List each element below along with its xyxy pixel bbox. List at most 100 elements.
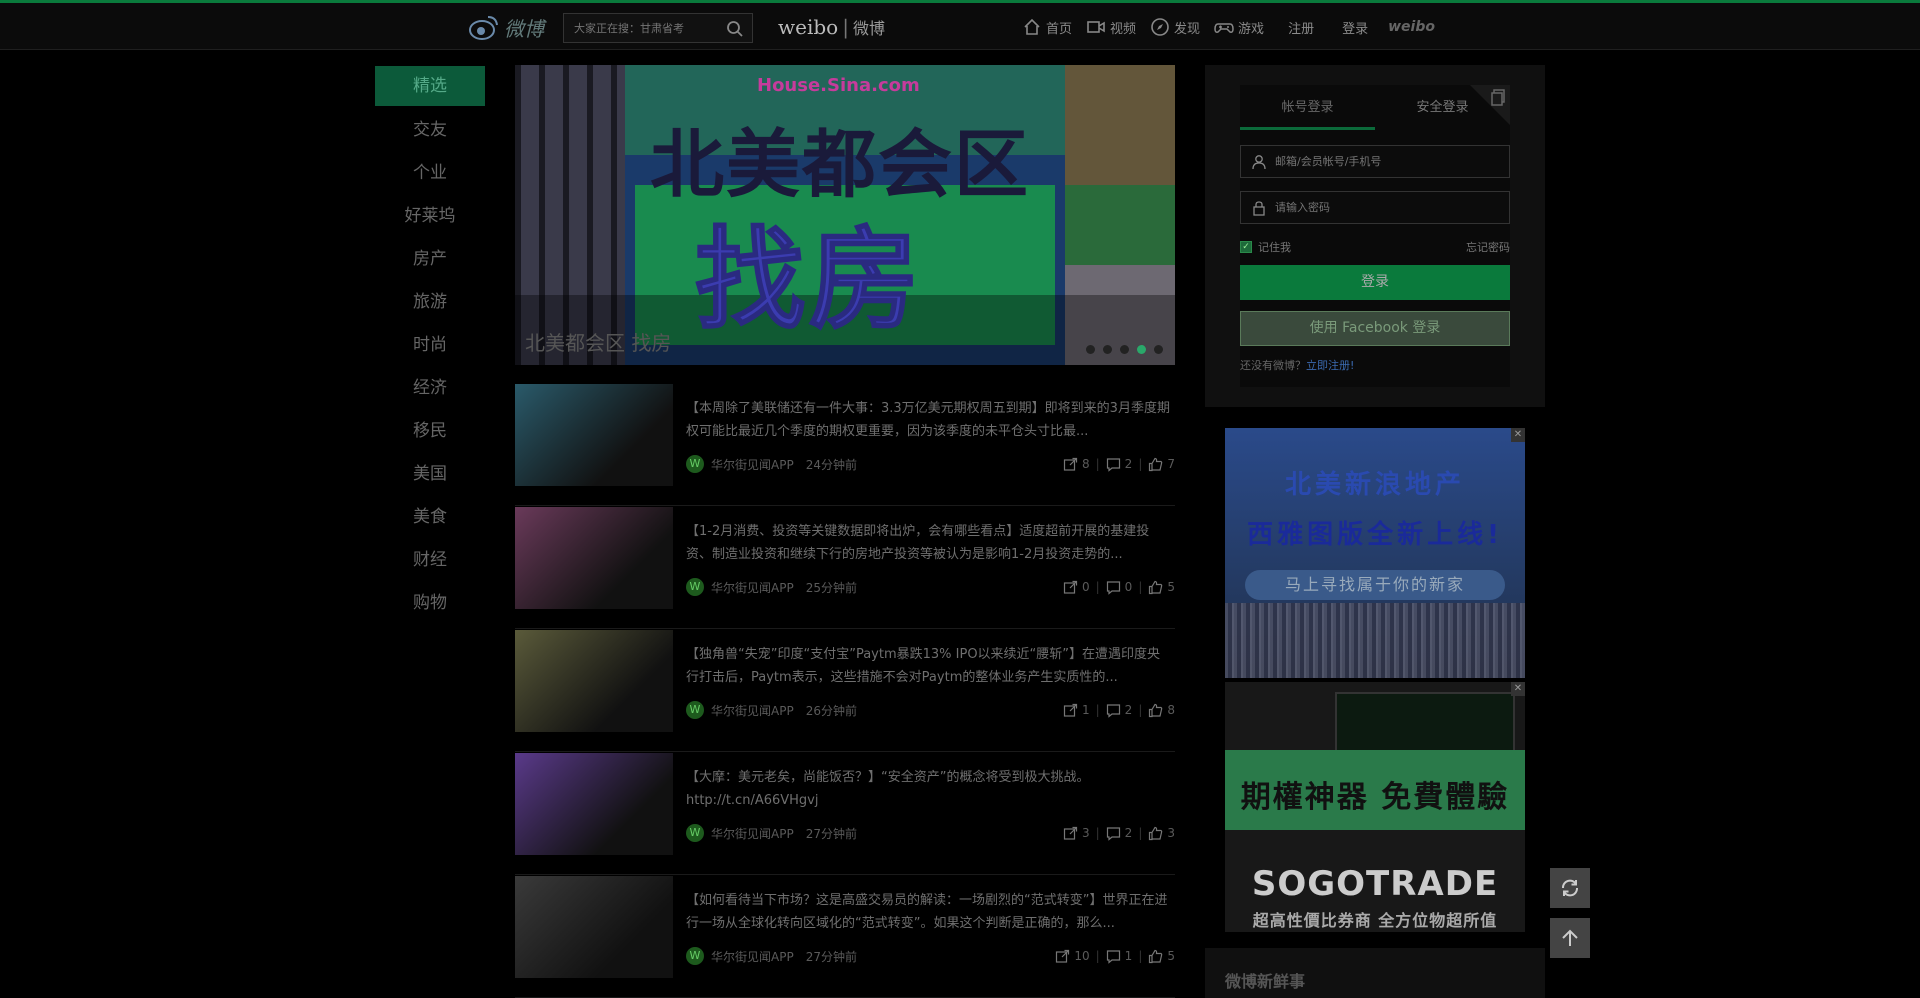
stat-divider: | [1095, 826, 1100, 840]
leftnav-item[interactable]: 精选 [375, 66, 485, 106]
leftnav-item[interactable]: 移民 [375, 410, 485, 453]
feed-source[interactable]: 华尔街见闻APP [711, 825, 794, 842]
login-tabs: 帐号登录 安全登录 [1240, 85, 1510, 130]
feed-source[interactable]: 华尔街见闻APP [711, 456, 794, 473]
feed-thumbnail[interactable] [515, 876, 673, 978]
feed-source[interactable]: 华尔街见闻APP [711, 702, 794, 719]
feed-meta: W 华尔街见闻APP 26分钟前 1 | 2 | 8 [686, 700, 1175, 720]
leftnav-item[interactable]: 美国 [375, 453, 485, 496]
gamepad-icon [1214, 23, 1234, 33]
like-button[interactable]: 3 [1148, 826, 1175, 841]
share-button[interactable]: 1 [1063, 703, 1090, 718]
like-button[interactable]: 5 [1148, 580, 1175, 595]
feed-source[interactable]: 华尔街见闻APP [711, 579, 794, 596]
banner-dot[interactable] [1120, 345, 1129, 354]
banner-dot[interactable] [1154, 345, 1163, 354]
feed-thumbnail[interactable] [515, 384, 673, 486]
feed-text[interactable]: 【独角兽“失宠”印度“支付宝”Paytm暴跌13% IPO以来续近“腰斩”】在遭… [686, 643, 1171, 689]
banner-dot[interactable] [1103, 345, 1112, 354]
comment-button[interactable]: 1 [1106, 949, 1132, 964]
fresh-title: 微博新鲜事 [1225, 972, 1306, 991]
nav-video-label: 视频 [1110, 21, 1137, 37]
banner-dot[interactable] [1086, 345, 1095, 354]
leftnav-item[interactable]: 购物 [375, 582, 485, 625]
facebook-login-button[interactable]: 使用 Facebook 登录 [1240, 311, 1510, 346]
banner-dot[interactable] [1137, 345, 1146, 354]
leftnav-item[interactable]: 房产 [375, 238, 485, 281]
tab-secure-login[interactable]: 安全登录 [1375, 85, 1510, 130]
leftnav-item[interactable]: 个业 [375, 152, 485, 195]
leftnav-item[interactable]: 交友 [375, 109, 485, 152]
comment-button[interactable]: 0 [1106, 580, 1132, 595]
share-button[interactable]: 8 [1063, 457, 1090, 472]
source-avatar-icon[interactable]: W [686, 947, 704, 965]
nav-video[interactable]: 视频 [1086, 17, 1136, 37]
feed-meta: W 华尔街见闻APP 27分钟前 10 | 1 | 5 [686, 946, 1175, 966]
ad2-band-text: 期權神器 免費體驗 [1240, 780, 1510, 815]
tab-account-login[interactable]: 帐号登录 [1240, 85, 1375, 130]
refresh-button[interactable] [1550, 868, 1590, 908]
feed-item[interactable]: 【独角兽“失宠”印度“支付宝”Paytm暴跌13% IPO以来续近“腰斩”】在遭… [515, 630, 1175, 752]
stat-divider: | [1095, 949, 1100, 963]
leftnav-item[interactable]: 财经 [375, 539, 485, 582]
like-button[interactable]: 5 [1148, 949, 1175, 964]
leftnav-item[interactable]: 美食 [375, 496, 485, 539]
back-to-top-button[interactable] [1550, 918, 1590, 958]
comment-button[interactable]: 2 [1106, 457, 1132, 472]
signup-link[interactable]: 立即注册! [1306, 359, 1354, 372]
feed-item[interactable]: 【如何看待当下市场？这是高盛交易员的解读：一场剧烈的“范式转变”】世界正在进行一… [515, 876, 1175, 998]
feed-item[interactable]: 【1-2月消费、投资等关键数据即将出炉，会有哪些看点】适度超前开展的基建投资、制… [515, 507, 1175, 629]
feed-thumbnail[interactable] [515, 507, 673, 609]
leftnav-item[interactable]: 旅游 [375, 281, 485, 324]
feed-thumbnail[interactable] [515, 753, 673, 855]
nav-discover[interactable]: 发现 [1150, 17, 1200, 37]
password-input[interactable] [1275, 201, 1495, 214]
login-link[interactable]: 登录 [1342, 18, 1368, 37]
feed-text[interactable]: 【1-2月消费、投资等关键数据即将出炉，会有哪些看点】适度超前开展的基建投资、制… [686, 520, 1171, 566]
share-button[interactable]: 3 [1063, 826, 1090, 841]
comment-button[interactable]: 2 [1106, 703, 1132, 718]
nav-games[interactable]: 游戏 [1214, 17, 1264, 37]
ad1-close-icon[interactable]: ✕ [1511, 428, 1525, 442]
source-avatar-icon[interactable]: W [686, 824, 704, 842]
logo-text: 微博 [504, 16, 544, 41]
share-button[interactable]: 0 [1063, 580, 1090, 595]
ad-real-estate[interactable]: 北美新浪地产 西雅图版全新上线! 马上寻找属于你的新家 ✕ [1225, 428, 1525, 678]
comment-button[interactable]: 2 [1106, 826, 1132, 841]
share-button[interactable]: 10 [1055, 949, 1090, 964]
username-field [1240, 145, 1510, 178]
search-input[interactable] [574, 21, 724, 35]
feed-item[interactable]: 【大摩：美元老矣，尚能饭否？】“安全资产”的概念将受到极大挑战。http://t… [515, 753, 1175, 875]
remember-label: 记住我 [1258, 241, 1291, 254]
source-avatar-icon[interactable]: W [686, 455, 704, 473]
register-link[interactable]: 注册 [1288, 18, 1314, 37]
stat-divider: | [1095, 457, 1100, 471]
ad-sogotrade[interactable]: 期權神器 免費體驗 SOGOTRADE 超高性價比券商 全方位物超所值 ✕ [1225, 682, 1525, 932]
leftnav-item[interactable]: 好莱坞 [375, 195, 485, 238]
feed-thumbnail[interactable] [515, 630, 673, 732]
feed-text[interactable]: 【本周除了美联储还有一件大事：3.3万亿美元期权周五到期】即将到来的3月季度期权… [686, 397, 1171, 443]
feed-item[interactable]: 【本周除了美联储还有一件大事：3.3万亿美元期权周五到期】即将到来的3月季度期权… [515, 384, 1175, 506]
weibo-small-logo[interactable]: weibo [1388, 19, 1435, 35]
forgot-password-link[interactable]: 忘记密码 [1466, 239, 1510, 255]
search-icon[interactable] [726, 20, 744, 38]
feed-text[interactable]: 【如何看待当下市场？这是高盛交易员的解读：一场剧烈的“范式转变”】世界正在进行一… [686, 889, 1171, 935]
leftnav-item[interactable]: 经济 [375, 367, 485, 410]
leftnav-item[interactable]: 时尚 [375, 324, 485, 367]
banner-carousel[interactable]: House.Sina.com 北美都会区 找房 北美都会区 找房 [515, 65, 1175, 365]
feed-source[interactable]: 华尔街见闻APP [711, 948, 794, 965]
like-button[interactable]: 7 [1148, 457, 1175, 472]
source-avatar-icon[interactable]: W [686, 578, 704, 596]
weibo-logo[interactable]: 微博 [468, 11, 548, 43]
ad2-close-icon[interactable]: ✕ [1511, 682, 1525, 696]
nav-home[interactable]: 首页 [1022, 17, 1072, 37]
left-category-nav: 精选 交友 个业 好莱坞 房产 旅游 时尚 经济 移民 美国 美食 财经 购物 [375, 66, 485, 625]
remember-checkbox[interactable]: ✓ [1240, 241, 1252, 253]
feed-text[interactable]: 【大摩：美元老矣，尚能饭否？】“安全资产”的概念将受到极大挑战。http://t… [686, 766, 1171, 812]
remember-me[interactable]: ✓ 记住我 [1240, 239, 1291, 255]
login-button[interactable]: 登录 [1240, 265, 1510, 300]
password-field [1240, 191, 1510, 224]
source-avatar-icon[interactable]: W [686, 701, 704, 719]
like-button[interactable]: 8 [1148, 703, 1175, 718]
username-input[interactable] [1275, 155, 1495, 168]
